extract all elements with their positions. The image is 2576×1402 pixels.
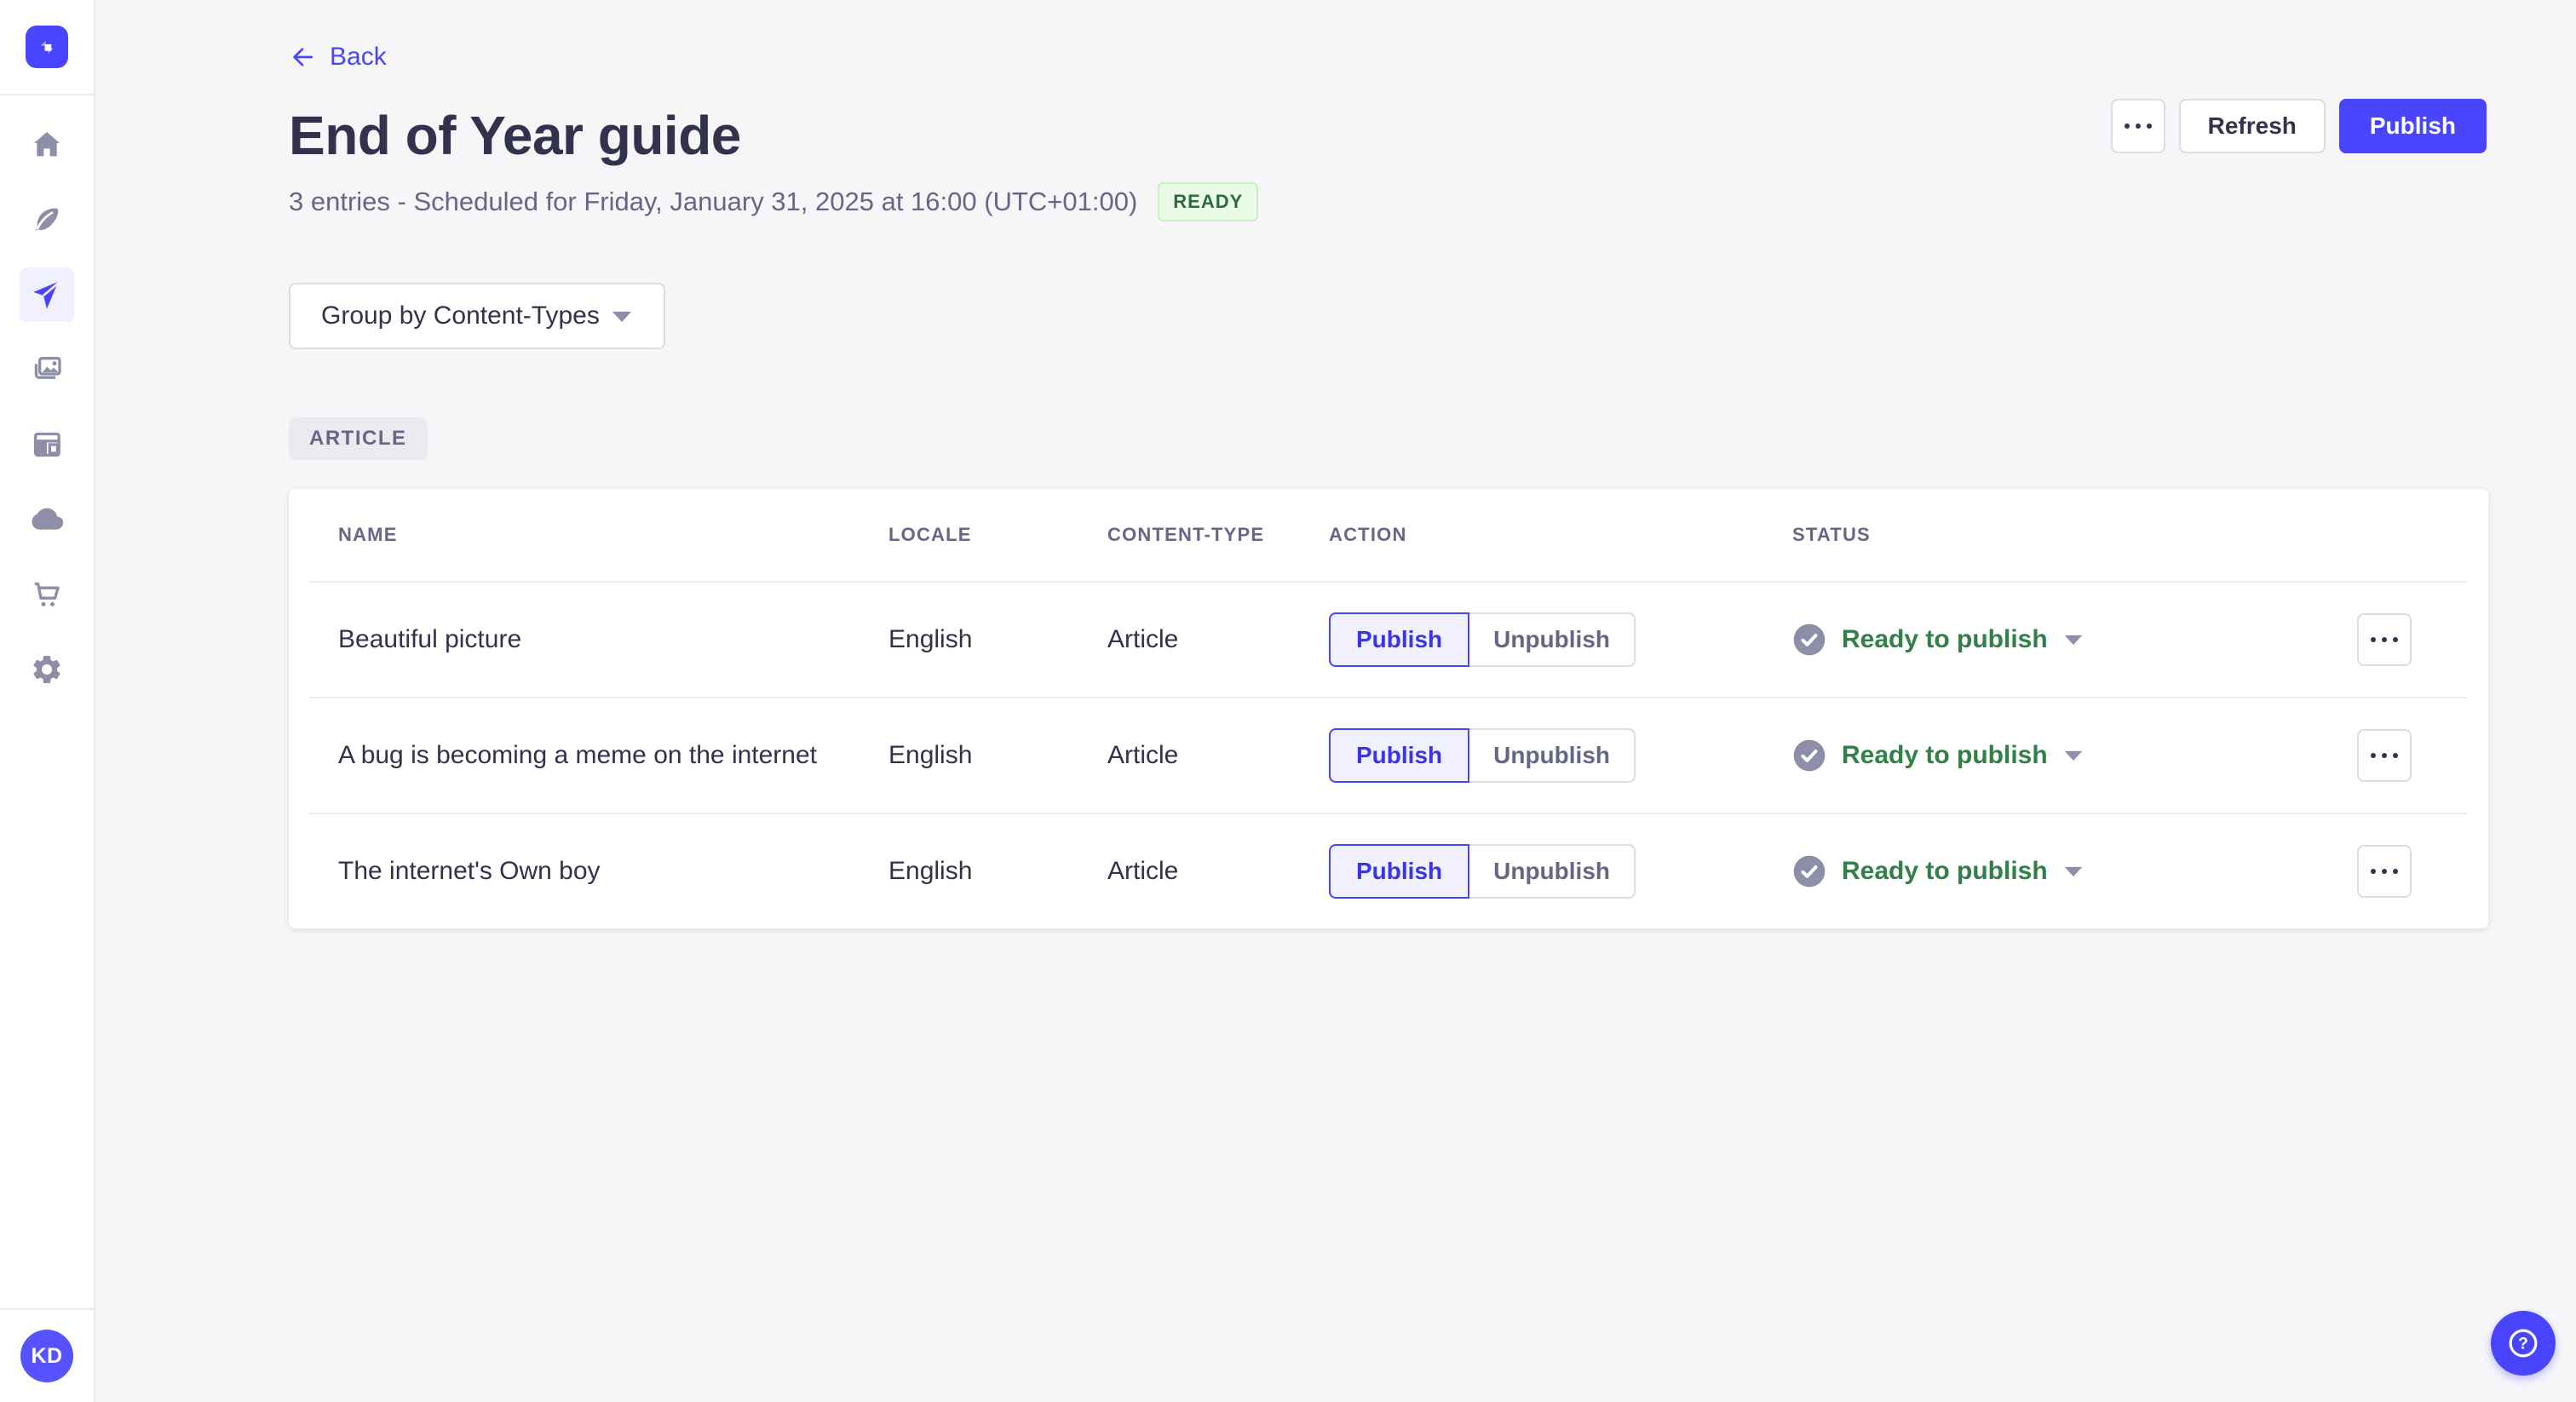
action-toggle: Publish Unpublish: [1329, 728, 1792, 783]
content-type-group-badge: ARTICLE: [289, 417, 428, 460]
entry-content-type: Article: [1107, 625, 1179, 653]
user-avatar[interactable]: KD: [20, 1330, 73, 1382]
entry-locale: English: [888, 857, 973, 885]
column-header-action: ACTION: [1329, 524, 1407, 545]
check-circle-icon: [1793, 739, 1826, 772]
publish-toggle-button[interactable]: Publish: [1329, 612, 1470, 667]
entry-name: A bug is becoming a meme on the internet: [338, 741, 818, 769]
entry-name: Beautiful picture: [338, 625, 522, 653]
sidebar-item-layout[interactable]: [20, 417, 74, 472]
table-header-row: NAME LOCALE CONTENT-TYPE ACTION STATUS: [309, 489, 2468, 581]
arrow-left-icon: [293, 48, 313, 66]
entry-locale: English: [888, 625, 973, 653]
strapi-logo-icon: [40, 40, 54, 54]
unpublish-toggle-button[interactable]: Unpublish: [1468, 728, 1636, 783]
sidebar-item-home[interactable]: [20, 118, 74, 172]
publish-toggle-button[interactable]: Publish: [1329, 844, 1470, 899]
cloud-icon: [32, 508, 64, 530]
paper-plane-icon: [33, 280, 61, 309]
chevron-down-icon: [2064, 750, 2082, 761]
entry-status-label: Ready to publish: [1842, 625, 2048, 653]
refresh-button[interactable]: Refresh: [2178, 99, 2326, 153]
entries-table: NAME LOCALE CONTENT-TYPE ACTION STATUS B…: [289, 489, 2488, 928]
sidebar-item-releases[interactable]: [20, 267, 74, 322]
sidebar-item-media-library[interactable]: [20, 342, 74, 397]
status-badge: READY: [1158, 182, 1259, 221]
header-actions: Refresh Publish: [2110, 99, 2487, 153]
ellipsis-icon: [2371, 869, 2398, 874]
layout-icon: [34, 432, 60, 457]
sidebar-item-marketplace[interactable]: [20, 567, 74, 622]
entry-status[interactable]: Ready to publish: [1792, 623, 2357, 657]
row-more-button[interactable]: [2357, 613, 2412, 666]
check-circle-icon: [1793, 855, 1826, 888]
entry-status[interactable]: Ready to publish: [1792, 738, 2357, 773]
chevron-down-icon: [612, 311, 632, 322]
question-mark-icon: ?: [2509, 1329, 2538, 1358]
back-label: Back: [330, 43, 387, 71]
entry-status-label: Ready to publish: [1842, 741, 2048, 769]
feather-icon: [35, 208, 59, 231]
group-by-label: Group by Content-Types: [321, 302, 600, 330]
back-link[interactable]: Back: [289, 43, 387, 72]
check-circle-icon: [1793, 623, 1826, 656]
column-header-locale: LOCALE: [888, 524, 972, 545]
media-library-icon: [34, 357, 61, 379]
column-header-content-type: CONTENT-TYPE: [1107, 524, 1265, 545]
table-row: A bug is becoming a meme on the internet…: [309, 697, 2468, 813]
sidebar-item-settings[interactable]: [20, 642, 74, 697]
row-more-button[interactable]: [2357, 729, 2412, 782]
table-row: Beautiful picture English Article Publis…: [309, 581, 2468, 697]
table-row: The internet's Own boy English Article P…: [309, 813, 2468, 928]
column-header-status: STATUS: [1792, 524, 1871, 545]
sidebar-item-content[interactable]: [20, 192, 74, 247]
action-toggle: Publish Unpublish: [1329, 612, 1792, 667]
action-toggle: Publish Unpublish: [1329, 844, 1792, 899]
logo-box: [0, 0, 94, 95]
sidebar-item-cloud[interactable]: [20, 492, 74, 547]
main-content: Back End of Year guide 3 entries - Sched…: [95, 0, 2576, 1402]
sidebar: KD: [0, 0, 95, 1402]
unpublish-toggle-button[interactable]: Unpublish: [1468, 844, 1636, 899]
publish-toggle-button[interactable]: Publish: [1329, 728, 1470, 783]
entry-name: The internet's Own boy: [338, 857, 601, 885]
help-button[interactable]: ?: [2491, 1311, 2556, 1376]
unpublish-toggle-button[interactable]: Unpublish: [1468, 612, 1636, 667]
entry-status-label: Ready to publish: [1842, 857, 2048, 885]
release-subtitle: 3 entries - Scheduled for Friday, Januar…: [289, 187, 1138, 216]
cart-icon: [34, 582, 60, 606]
subtitle-row: 3 entries - Scheduled for Friday, Januar…: [289, 182, 2576, 221]
column-header-name: NAME: [338, 524, 398, 545]
svg-text:?: ?: [2518, 1336, 2528, 1353]
sidebar-nav: [0, 95, 94, 697]
group-by-select[interactable]: Group by Content-Types: [289, 283, 665, 349]
gear-icon: [33, 656, 60, 683]
ellipsis-icon: [2371, 753, 2398, 758]
row-more-button[interactable]: [2357, 845, 2412, 898]
ellipsis-icon: [2124, 124, 2152, 129]
chevron-down-icon: [2064, 635, 2082, 645]
strapi-logo[interactable]: [26, 26, 68, 68]
entry-content-type: Article: [1107, 741, 1179, 769]
ellipsis-icon: [2371, 637, 2398, 642]
entry-content-type: Article: [1107, 857, 1179, 885]
sidebar-footer: KD: [0, 1308, 94, 1402]
entry-locale: English: [888, 741, 973, 769]
more-options-button[interactable]: [2110, 99, 2165, 153]
entry-status[interactable]: Ready to publish: [1792, 854, 2357, 888]
publish-release-button[interactable]: Publish: [2338, 99, 2487, 153]
home-icon: [34, 132, 60, 157]
chevron-down-icon: [2064, 866, 2082, 876]
